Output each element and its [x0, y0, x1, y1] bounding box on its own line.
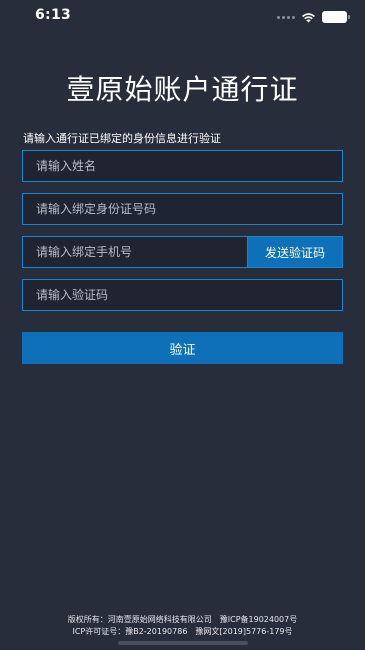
verification-code-field[interactable]	[22, 279, 343, 311]
footer-icp-record: 豫ICP备19024007号	[219, 615, 298, 624]
phone-input[interactable]	[23, 237, 247, 267]
id-number-field[interactable]	[22, 193, 343, 225]
home-indicator[interactable]	[118, 641, 248, 645]
footer-license-line: ICP许可证号：豫B2-20190786 豫网文[2019]5776-179号	[0, 626, 365, 637]
id-number-input[interactable]	[23, 194, 342, 224]
name-field[interactable]	[22, 150, 343, 182]
verification-code-input[interactable]	[23, 280, 342, 310]
wifi-icon	[302, 12, 315, 22]
footer-copyright: 版权所有：河南壹原始网络科技有限公司	[67, 615, 212, 624]
instruction-text: 请输入通行证已绑定的身份信息进行验证	[23, 132, 221, 145]
footer-copyright-line: 版权所有：河南壹原始网络科技有限公司 豫ICP备19024007号	[0, 614, 365, 625]
send-code-button[interactable]: 发送验证码	[247, 236, 343, 268]
status-bar: 6:13	[0, 0, 365, 34]
name-input[interactable]	[23, 151, 342, 181]
status-icons	[277, 10, 350, 24]
phone-field[interactable]	[22, 236, 247, 268]
login-verification-screen: 6:13 壹原始账户通行证 请输入通行证已绑定的身份信息进行验证 发送验证码 验…	[0, 0, 365, 650]
footer-culture-license: 豫网文[2019]5776-179号	[195, 627, 293, 636]
status-time: 6:13	[35, 7, 72, 23]
battery-icon	[322, 11, 350, 23]
signal-icon	[277, 15, 295, 19]
footer-icp-license: ICP许可证号：豫B2-20190786	[72, 627, 188, 636]
page-title: 壹原始账户通行证	[66, 73, 299, 106]
verify-button[interactable]: 验证	[22, 332, 343, 364]
